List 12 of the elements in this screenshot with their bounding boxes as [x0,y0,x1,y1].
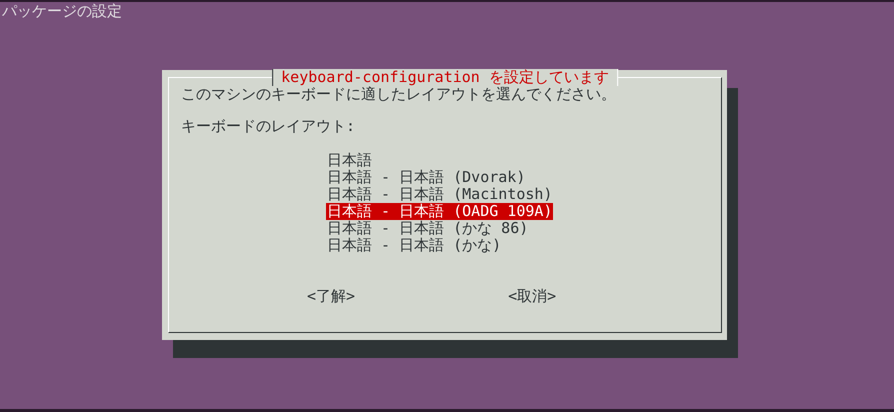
layout-option[interactable]: 日本語 - 日本語 (OADG 109A) [326,203,554,220]
screen-title: パッケージの設定 [1,2,123,20]
layout-option[interactable]: 日本語 - 日本語 (かな 86) [326,220,530,237]
dialog-button[interactable]: <取消> [508,288,556,305]
prompt-text: このマシンのキーボードに適したレイアウトを選んでください。 [181,86,616,103]
layout-option[interactable]: 日本語 - 日本語 (Dvorak) [326,169,526,186]
dialog-title: keyboard-configuration を設定しています [272,69,618,86]
layout-option[interactable]: 日本語 - 日本語 (かな) [326,237,502,254]
layout-option[interactable]: 日本語 [326,152,373,169]
layout-option[interactable]: 日本語 - 日本語 (Macintosh) [326,186,554,203]
list-label: キーボードのレイアウト: [181,118,356,135]
dialog-button[interactable]: <了解> [307,288,356,305]
